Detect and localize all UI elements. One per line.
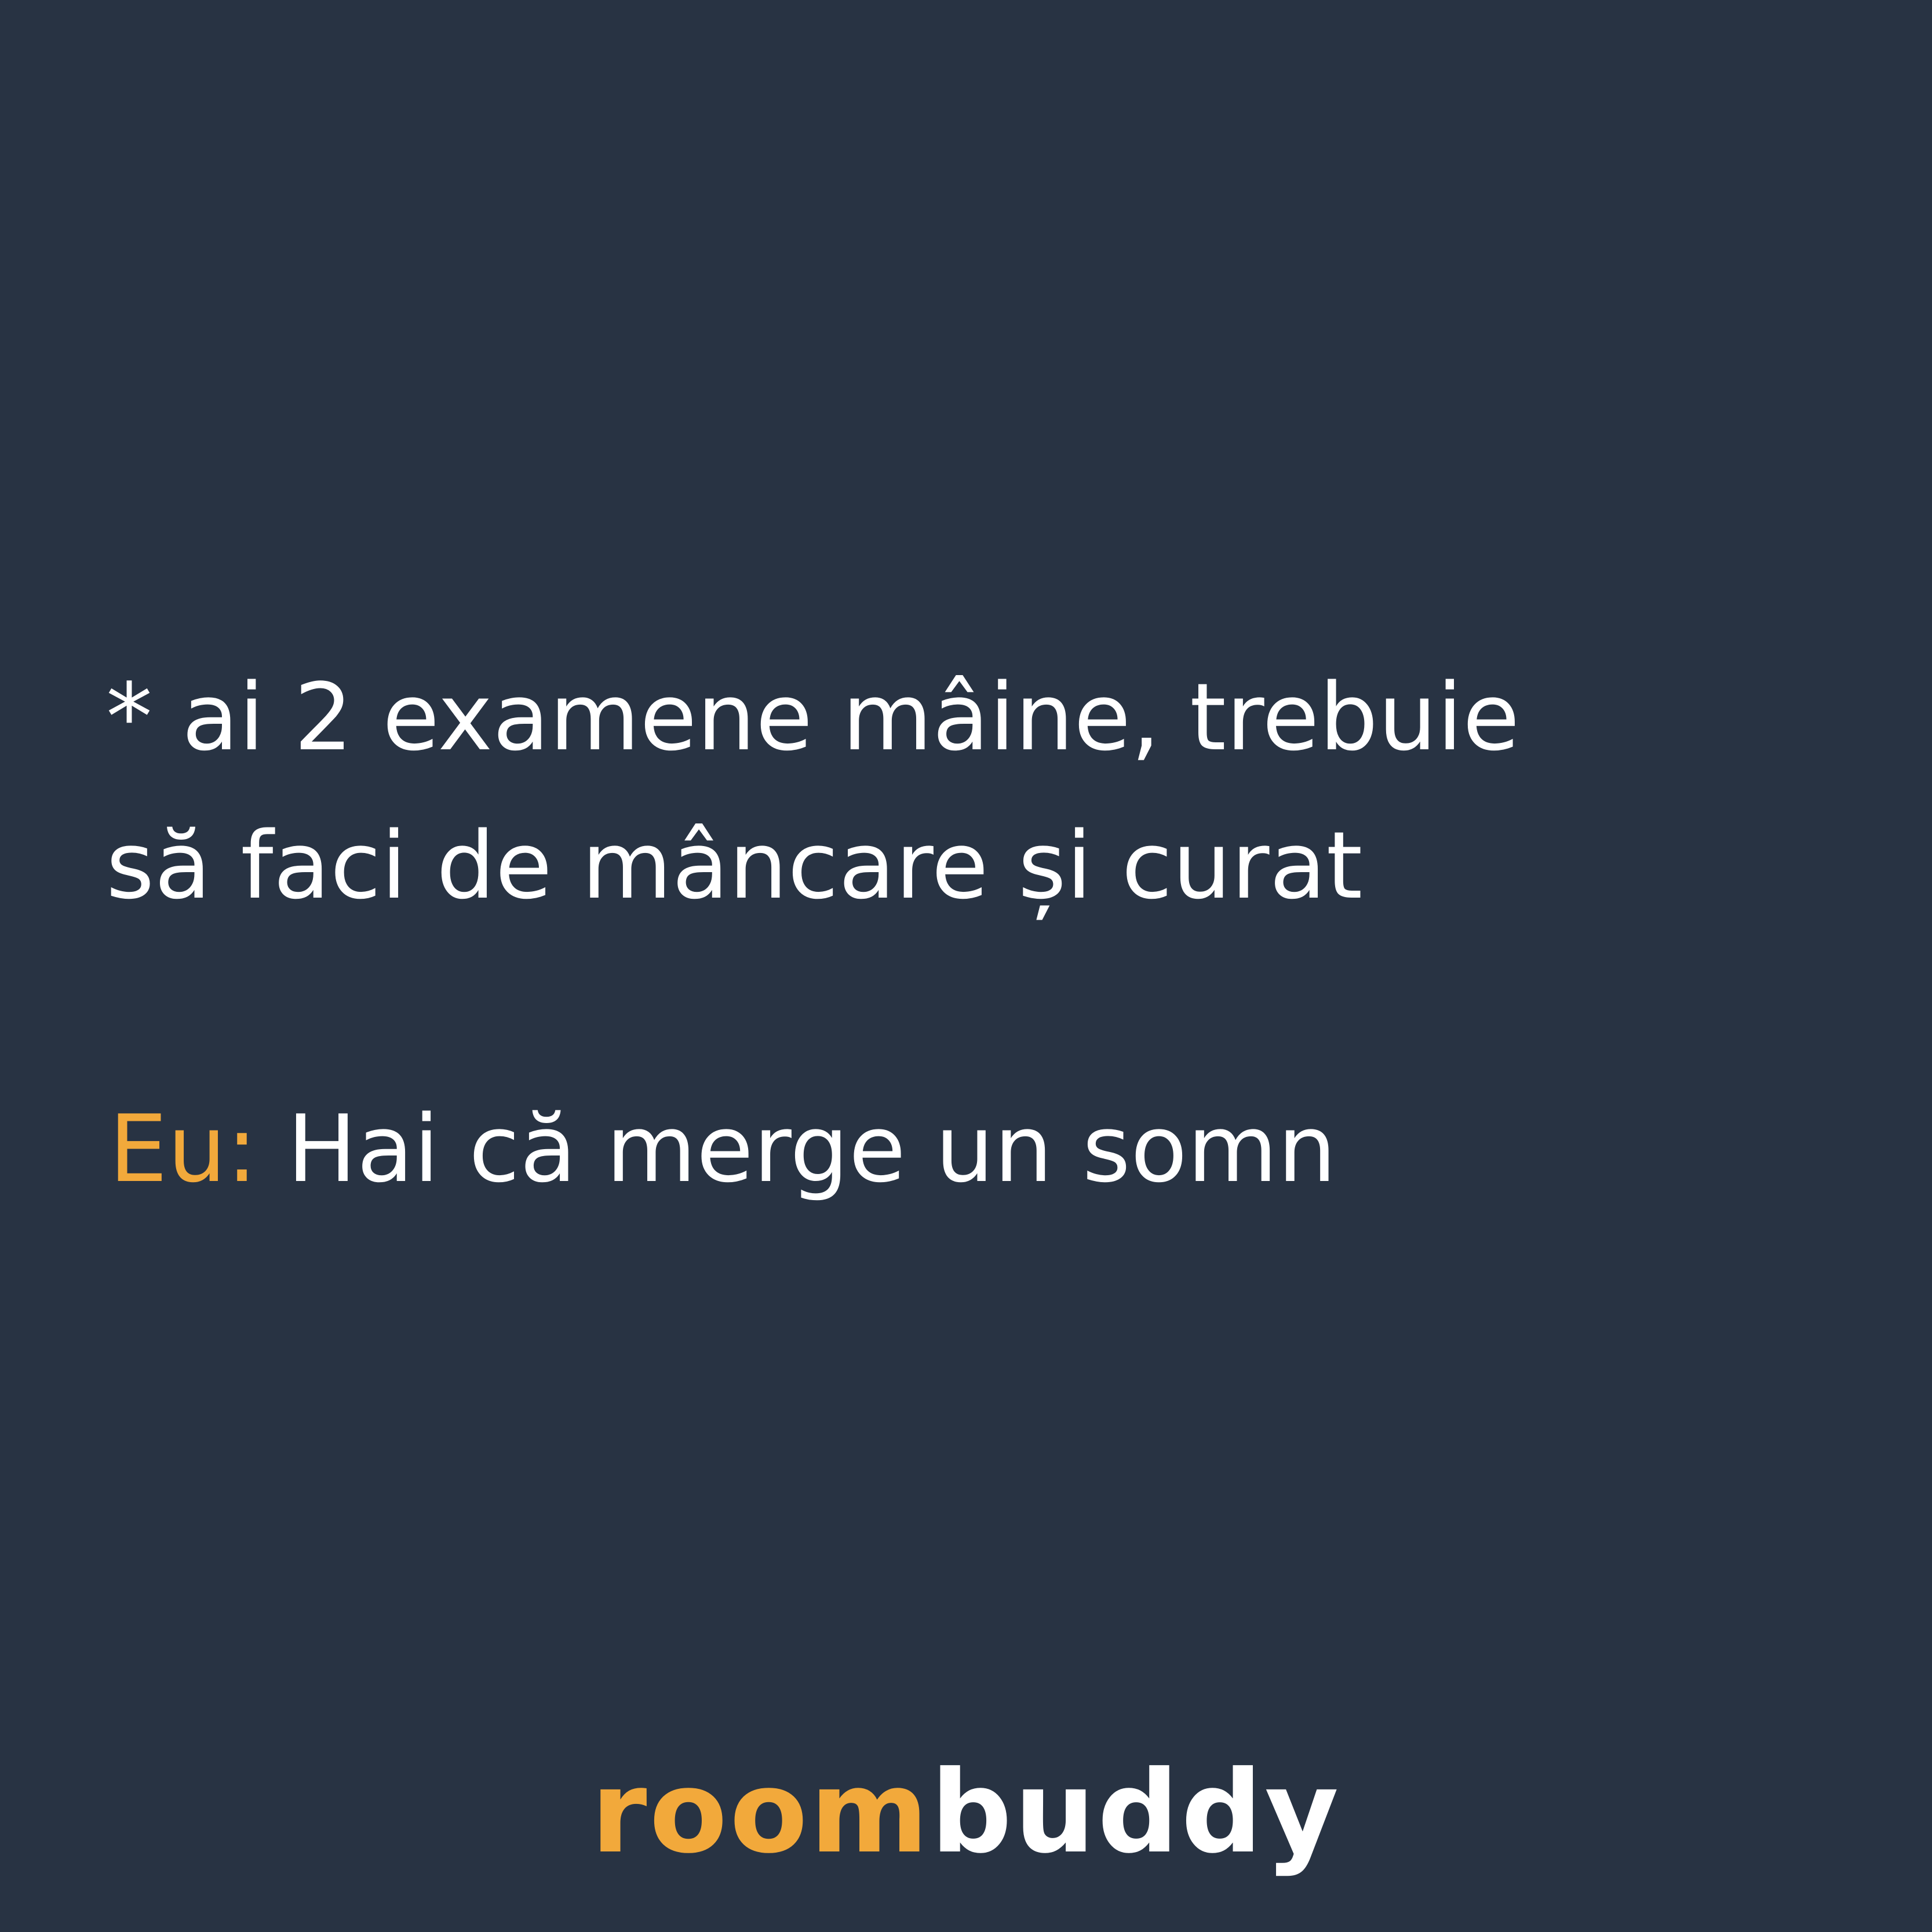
setup-line-1: * ai 2 examene mâine, trebuie	[106, 663, 1520, 771]
speaker-label: Eu:	[109, 1095, 258, 1203]
logo-part-buddy: buddy	[931, 1747, 1342, 1879]
roombuddy-logo: roombuddy	[0, 1743, 1932, 1882]
logo-part-room: room	[590, 1747, 931, 1879]
punchline: Eu: Hai că merge un somn	[109, 1075, 1336, 1223]
setup-line-2: să faci de mâncare și curat	[106, 811, 1363, 920]
punchline-text: Hai că merge un somn	[287, 1095, 1337, 1203]
setup-text: * ai 2 examene mâine, trebuie să faci de…	[106, 643, 1844, 940]
